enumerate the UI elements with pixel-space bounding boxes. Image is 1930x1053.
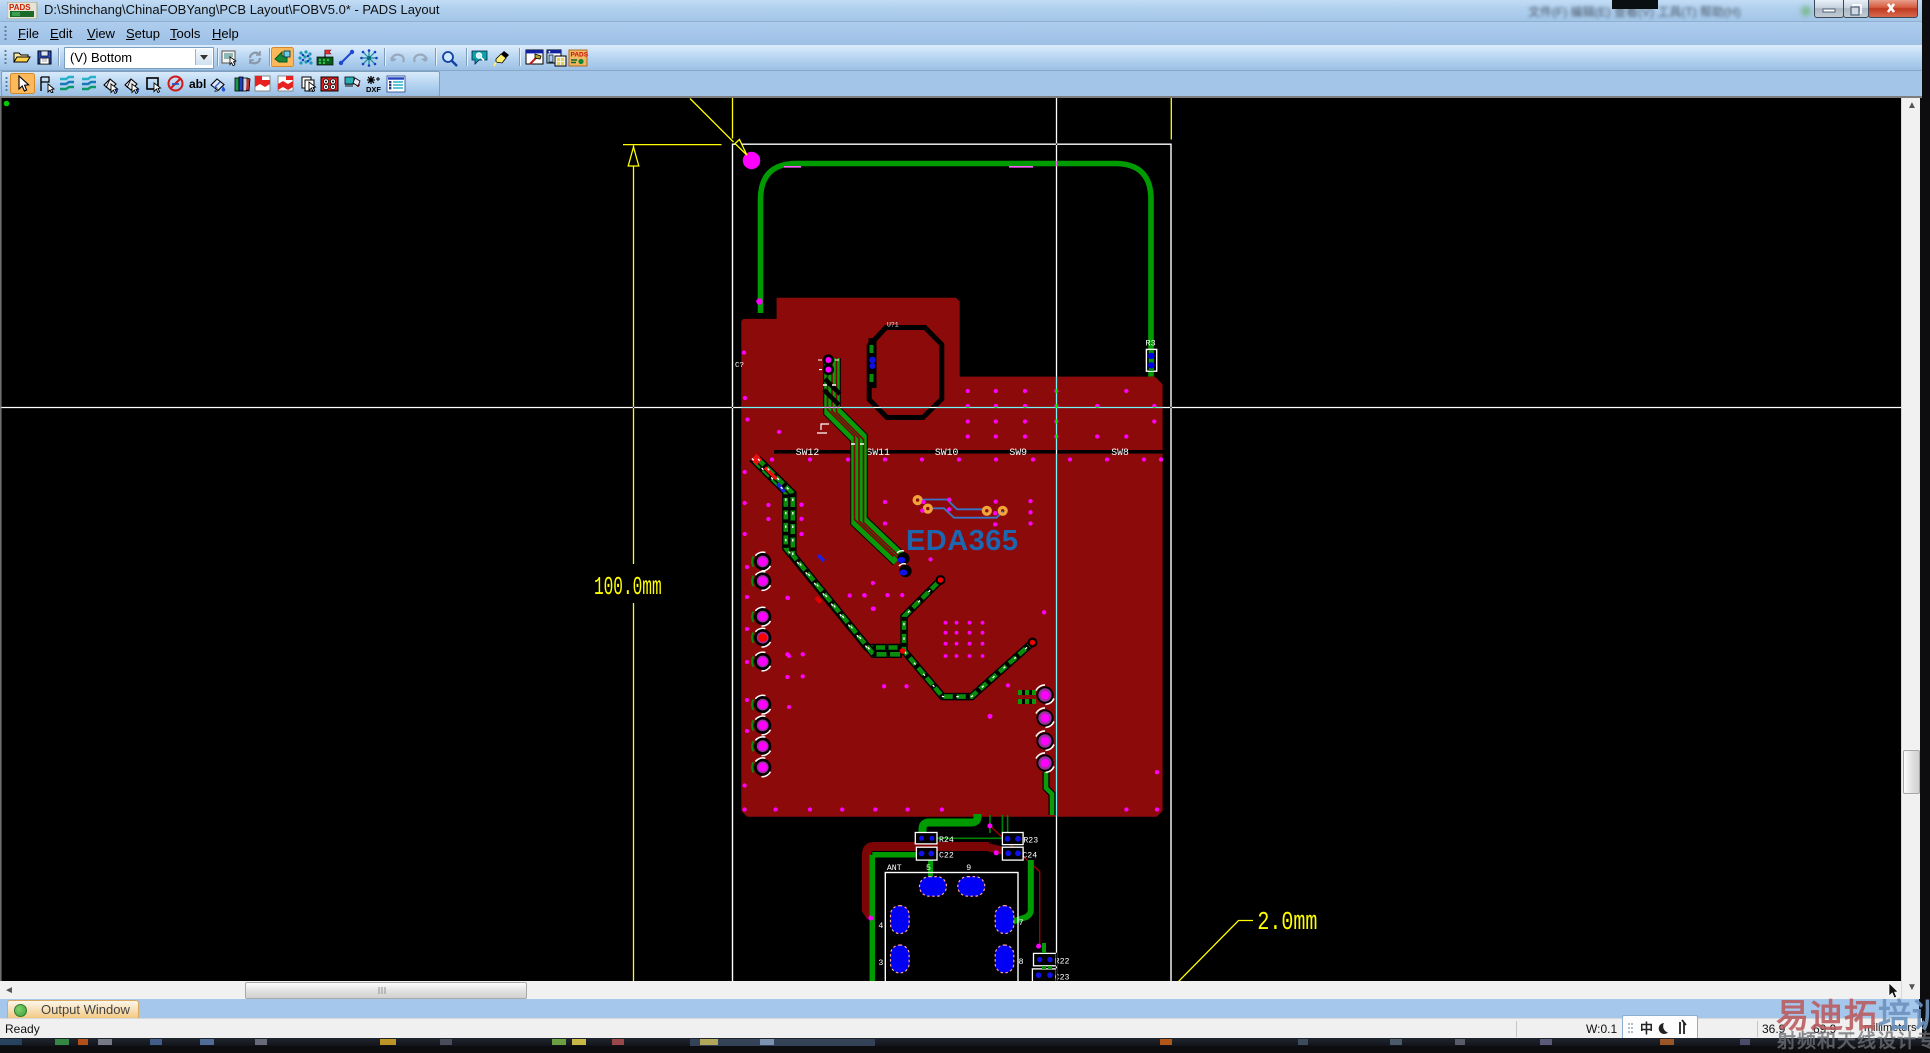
svg-text:R3: R3	[1146, 339, 1156, 349]
svg-text:DXF: DXF	[366, 85, 381, 94]
svg-text:SW11: SW11	[866, 447, 890, 458]
svg-text:3: 3	[878, 958, 883, 968]
svg-text:U?1: U?1	[887, 322, 899, 329]
svg-text:C22: C22	[939, 850, 954, 860]
svg-text:C24: C24	[1022, 850, 1037, 860]
svg-text:EDA365: EDA365	[906, 525, 1018, 557]
svg-text:C?: C?	[735, 362, 744, 370]
svg-text:9: 9	[966, 863, 971, 873]
svg-text:5: 5	[926, 863, 931, 873]
svg-text:SW10: SW10	[935, 447, 959, 458]
svg-text:R23: R23	[1023, 835, 1038, 845]
svg-text:SW9: SW9	[1009, 447, 1027, 458]
svg-text:PADS: PADS	[9, 3, 31, 12]
svg-text:7: 7	[1019, 918, 1024, 928]
svg-text:中: 中	[1640, 1021, 1653, 1036]
svg-text:SW8: SW8	[1111, 447, 1129, 458]
svg-text:4: 4	[878, 921, 883, 931]
svg-text:abl: abl	[189, 77, 206, 91]
svg-text:100.0mm: 100.0mm	[594, 574, 662, 603]
svg-text:2.0mm: 2.0mm	[1257, 908, 1317, 937]
svg-text:2: 2	[214, 87, 218, 94]
svg-text:PADS: PADS	[571, 52, 589, 59]
svg-text:R24: R24	[939, 835, 954, 845]
svg-text:SW12: SW12	[796, 447, 820, 458]
svg-text:ANT: ANT	[887, 863, 902, 873]
svg-text:8: 8	[1019, 957, 1024, 967]
